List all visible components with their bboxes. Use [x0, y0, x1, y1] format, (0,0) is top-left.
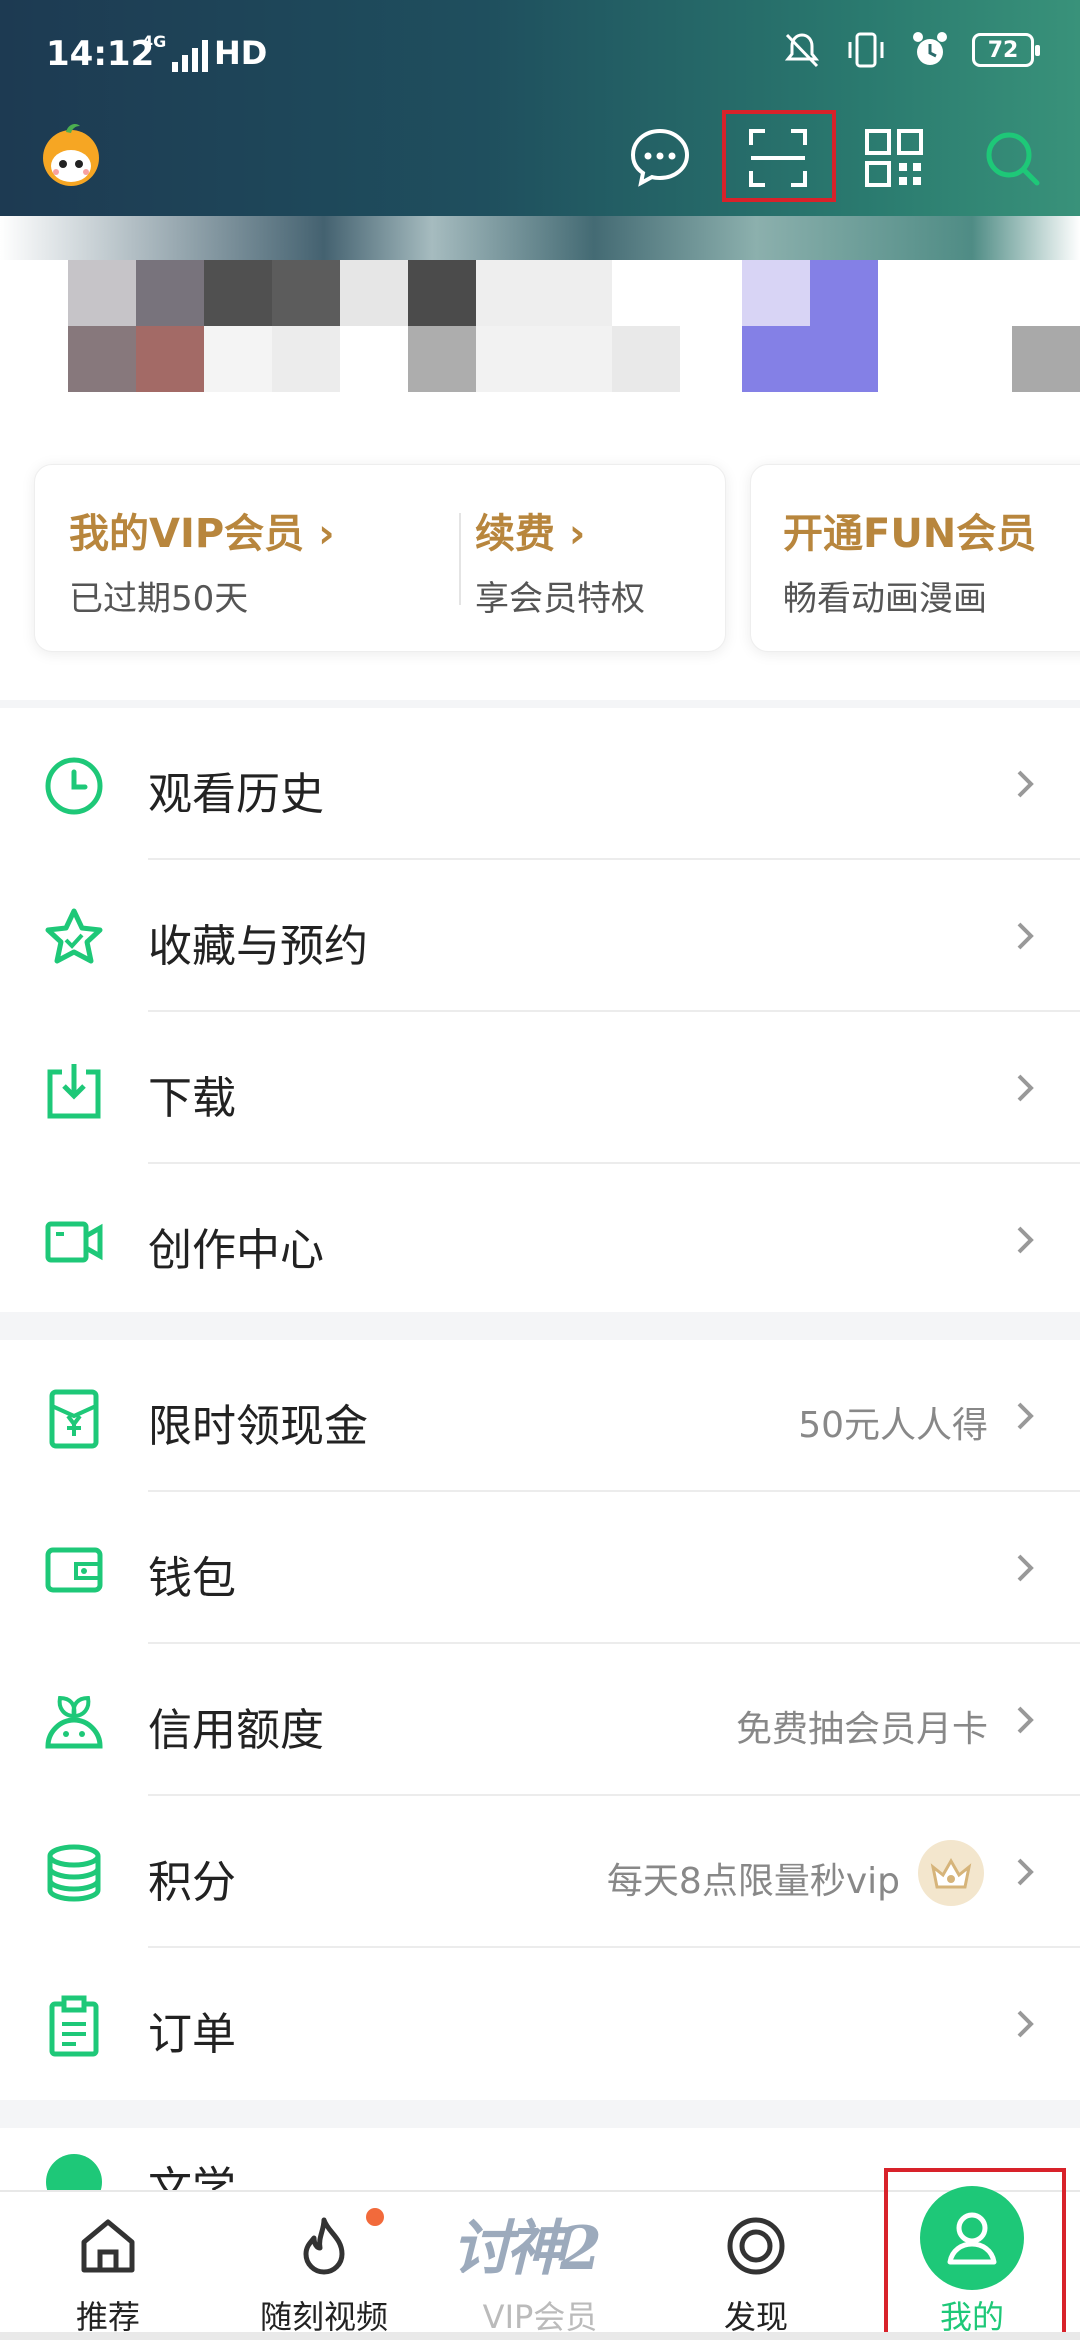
menu-item-wallet[interactable]: 钱包: [0, 1492, 1080, 1644]
download-icon: [47, 1064, 101, 1119]
mute-bell-icon: [784, 33, 820, 68]
app-logo-avatar[interactable]: [36, 120, 106, 190]
header: 14:12 4G HD 72: [0, 0, 1080, 216]
menu-label: 订单: [148, 2009, 236, 2060]
vip-expired-text: 已过期50天: [69, 579, 249, 619]
scan-highlight-box: [722, 110, 836, 202]
discover-icon: [727, 2217, 785, 2275]
star-icon: [45, 908, 103, 964]
menu-item-favorites[interactable]: 收藏与预约: [0, 860, 1080, 1012]
search-button[interactable]: [972, 118, 1052, 198]
network-type: 4G: [142, 32, 167, 51]
vip-promo-art: 讨神2: [452, 2214, 602, 2284]
vip-divider: [459, 513, 461, 605]
battery-level: 72: [987, 37, 1019, 63]
chevron-right-icon: [1017, 1554, 1034, 1582]
red-envelope-icon: [49, 1389, 99, 1449]
sprout-icon: [45, 1695, 103, 1749]
menu-hint: 每天8点限量秒vip: [606, 1861, 900, 1902]
crown-icon: [930, 1857, 972, 1889]
vip-membership-card[interactable]: 我的VIP会员 › 已过期50天 续费 › 享会员特权: [34, 464, 726, 652]
menu-item-creator-center[interactable]: 创作中心: [0, 1164, 1080, 1316]
chevron-right-icon: [1017, 922, 1034, 950]
vip-crown-badge: [918, 1840, 984, 1906]
menu-item-cash[interactable]: 限时领现金 50元人人得: [0, 1340, 1080, 1492]
menu-label: 钱包: [148, 1553, 236, 1604]
menu-hint: 50元人人得: [798, 1405, 988, 1446]
menu-label: 信用额度: [148, 1705, 324, 1756]
renew-sub: 享会员特权: [475, 579, 645, 619]
fun-membership-card[interactable]: 开通FUN会员 畅看动画漫画: [750, 464, 1080, 652]
menu-item-download[interactable]: 下载: [0, 1012, 1080, 1164]
chevron-right-icon: [1017, 1074, 1034, 1102]
clock-icon: [45, 757, 103, 815]
chevron-right-icon: [1017, 1402, 1034, 1430]
qr-code-button[interactable]: [854, 118, 934, 198]
chevron-right-icon: [1017, 2010, 1034, 2038]
message-icon: [630, 128, 690, 187]
nav-tab-vip[interactable]: 讨神2 VIP会员: [432, 2192, 648, 2340]
signal-icon: [172, 40, 208, 72]
menu-item-credit[interactable]: 信用额度 免费抽会员月卡: [0, 1644, 1080, 1796]
status-bar: 14:12 4G HD 72: [0, 0, 1080, 110]
notification-dot: [366, 2208, 384, 2226]
clipboard-icon: [49, 1995, 99, 2057]
gesture-bar: [0, 2332, 1080, 2340]
wallet-icon: [45, 1547, 103, 1593]
vibrate-icon: [848, 32, 884, 68]
chevron-right-icon: [1017, 1706, 1034, 1734]
home-icon: [81, 2219, 135, 2273]
menu-label: 下载: [148, 1073, 236, 1124]
vip-section: 我的VIP会员 › 已过期50天 续费 › 享会员特权 开通FUN会员 畅看动画…: [0, 410, 1080, 700]
menu-label: 创作中心: [148, 1225, 324, 1276]
menu-item-orders[interactable]: 订单: [0, 1948, 1080, 2100]
nav-tab-home[interactable]: 推荐: [0, 2192, 216, 2340]
menu-section-primary: 观看历史 收藏与预约 下载 创作中心: [0, 708, 1080, 1312]
battery-indicator: 72: [972, 33, 1040, 67]
fun-sub: 畅看动画漫画: [783, 579, 987, 619]
qr-code-icon: [865, 129, 923, 187]
fun-label[interactable]: 开通FUN会员: [783, 501, 1036, 559]
coins-icon: [47, 1844, 101, 1902]
chevron-right-icon: [1017, 770, 1034, 798]
nav-tab-videos[interactable]: 随刻视频: [216, 2192, 432, 2340]
top-bar: [0, 110, 1080, 216]
menu-label: 限时领现金: [148, 1401, 368, 1452]
menu-item-history[interactable]: 观看历史: [0, 708, 1080, 860]
menu-hint: 免费抽会员月卡: [735, 1709, 988, 1750]
menu-section-secondary: 限时领现金 50元人人得 钱包 信用额度 免费抽会员月卡 积分 每天8点限量秒v…: [0, 1340, 1080, 2100]
renew-label[interactable]: 续费 ›: [475, 501, 585, 559]
status-time: 14:12: [46, 34, 155, 74]
menu-label: 收藏与预约: [148, 921, 368, 972]
hd-indicator: HD: [214, 34, 268, 72]
flame-icon: [303, 2217, 345, 2275]
menu-label: 观看历史: [148, 769, 324, 820]
message-button[interactable]: [620, 118, 700, 198]
search-icon: [986, 132, 1040, 186]
menu-item-points[interactable]: 积分 每天8点限量秒vip: [0, 1796, 1080, 1948]
menu-label: 积分: [148, 1857, 236, 1908]
alarm-icon: [913, 32, 947, 65]
chevron-right-icon: [1017, 1226, 1034, 1254]
video-camera-icon: [45, 1221, 103, 1263]
nav-tab-discover[interactable]: 发现: [648, 2192, 864, 2340]
my-vip-label[interactable]: 我的VIP会员 ›: [69, 501, 335, 559]
me-highlight-box: [884, 2168, 1066, 2338]
chevron-right-icon: [1017, 1858, 1034, 1886]
profile-area-redacted[interactable]: [0, 216, 1080, 410]
